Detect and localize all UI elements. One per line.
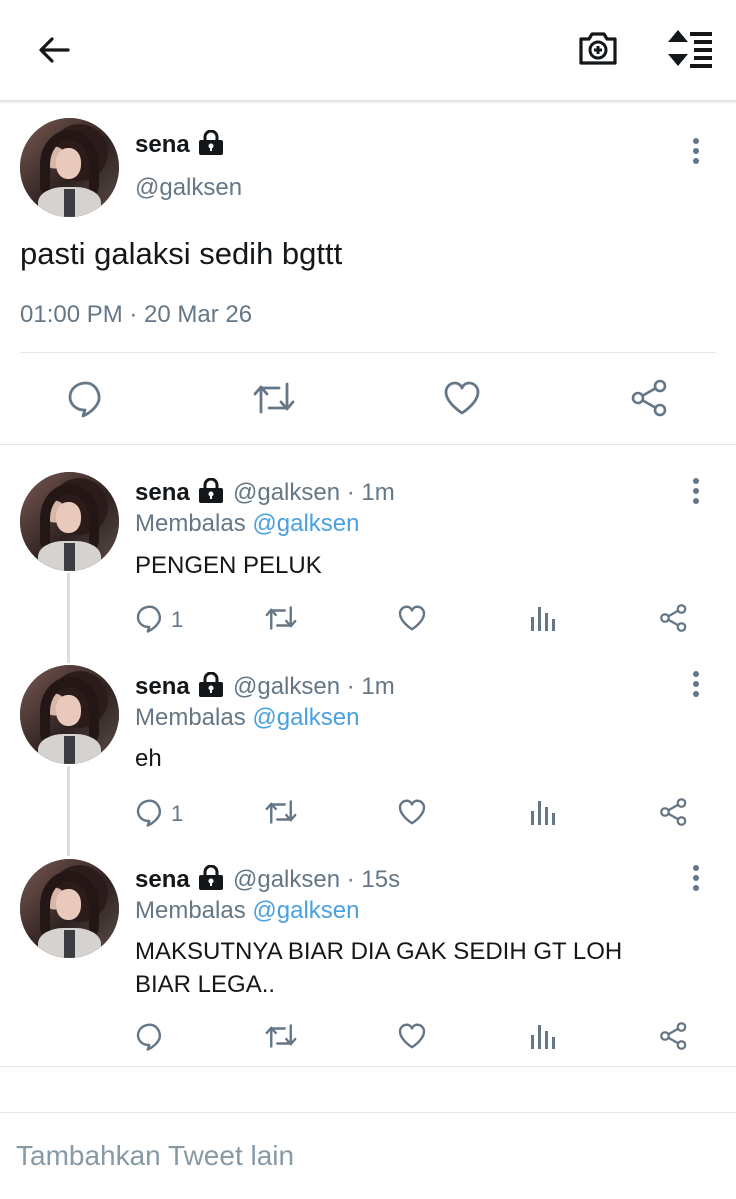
like-heart-icon[interactable] (397, 797, 427, 827)
like-heart-icon[interactable] (442, 378, 482, 418)
sort-list-icon[interactable] (664, 26, 716, 70)
replying-to-handle[interactable]: @galksen (252, 704, 359, 731)
replying-prefix: Membalas (135, 897, 246, 924)
author-name[interactable]: sena (135, 131, 190, 159)
reply-count: 1 (171, 801, 184, 826)
replying-to: Membalas @galksen (135, 704, 359, 732)
retweet-icon[interactable] (264, 1021, 298, 1051)
lock-icon (197, 672, 225, 698)
author-name[interactable]: sena (135, 479, 190, 507)
reply-text-line: BIAR LEGA.. (135, 971, 276, 998)
reply-text: PENGEN PELUK (135, 552, 322, 579)
top-bar (0, 0, 736, 102)
more-options-icon[interactable] (686, 864, 706, 892)
tweet-text: pasti galaksi sedih bgttt (20, 236, 343, 271)
analytics-icon[interactable] (529, 797, 557, 827)
retweet-icon[interactable] (252, 378, 296, 418)
divider (0, 444, 736, 445)
reply-text: eh (135, 745, 162, 772)
add-tweet-input[interactable]: Tambahkan Tweet lain (16, 1140, 294, 1172)
author-name[interactable]: sena (135, 866, 190, 894)
author-handle-time[interactable]: @galksen · 1m (233, 479, 395, 507)
reply-text-line: MAKSUTNYA BIAR DIA GAK SEDIH GT LOH (135, 938, 623, 965)
replying-prefix: Membalas (135, 704, 246, 731)
divider (20, 352, 716, 353)
thread-line (67, 766, 70, 856)
thread-line (67, 573, 70, 663)
avatar[interactable] (20, 118, 119, 217)
reply-icon[interactable] (66, 378, 106, 418)
replying-to-handle[interactable]: @galksen (252, 510, 359, 537)
replying-to-handle[interactable]: @galksen (252, 897, 359, 924)
more-options-icon[interactable] (686, 477, 706, 505)
like-heart-icon[interactable] (397, 603, 427, 633)
share-icon[interactable] (630, 378, 670, 418)
avatar[interactable] (20, 472, 119, 571)
retweet-icon[interactable] (264, 797, 298, 827)
header-divider (0, 100, 736, 104)
author-handle-time[interactable]: @galksen · 15s (233, 866, 400, 894)
lock-icon (197, 478, 225, 504)
arrow-left-icon[interactable] (34, 30, 74, 70)
reply-count: 1 (171, 607, 184, 632)
more-options-icon[interactable] (686, 670, 706, 698)
lock-icon (197, 130, 225, 156)
reply-icon[interactable] (135, 797, 165, 827)
avatar[interactable] (20, 665, 119, 764)
author-name[interactable]: sena (135, 673, 190, 701)
replying-prefix: Membalas (135, 510, 246, 537)
share-icon[interactable] (659, 797, 689, 827)
camera-add-icon[interactable] (576, 26, 620, 70)
author-handle[interactable]: @galksen (135, 174, 242, 202)
like-heart-icon[interactable] (397, 1021, 427, 1051)
share-icon[interactable] (659, 1021, 689, 1051)
more-options-icon[interactable] (686, 137, 706, 165)
reply-icon[interactable] (135, 1021, 165, 1051)
analytics-icon[interactable] (529, 603, 557, 633)
avatar[interactable] (20, 859, 119, 958)
tweet-timestamp: 01:00 PM · 20 Mar 26 (20, 301, 253, 328)
replying-to: Membalas @galksen (135, 897, 359, 925)
share-icon[interactable] (659, 603, 689, 633)
author-handle-time[interactable]: @galksen · 1m (233, 673, 395, 701)
replying-to: Membalas @galksen (135, 510, 359, 538)
analytics-icon[interactable] (529, 1021, 557, 1051)
divider (0, 1066, 736, 1067)
reply-icon[interactable] (135, 603, 165, 633)
divider (0, 1112, 736, 1113)
retweet-icon[interactable] (264, 603, 298, 633)
lock-icon (197, 865, 225, 891)
